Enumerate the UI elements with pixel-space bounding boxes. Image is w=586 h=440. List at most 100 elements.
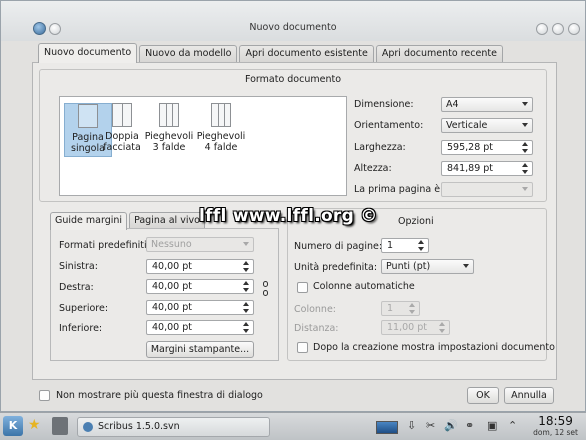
mostra-impostazioni-label: Dopo la creazione mostra impostazioni do… (313, 342, 555, 353)
double-page-icon (112, 103, 132, 127)
non-mostrare-checkbox[interactable] (39, 390, 50, 401)
prima-pagina-label: La prima pagina è: (354, 184, 444, 195)
layout-label: Doppia facciata (103, 131, 141, 153)
mostra-impostazioni-checkbox[interactable] (297, 342, 308, 353)
tab-nuovo-documento[interactable]: Nuovo documento (38, 43, 138, 63)
volume-icon[interactable]: 🔊 (444, 419, 458, 432)
margin-tabs: Guide margini Pagina al vivo (50, 212, 207, 230)
destra-value: 40,00 pt (152, 281, 192, 292)
colonne-automatiche-checkbox[interactable] (297, 282, 308, 293)
orientamento-value: Verticale (446, 120, 488, 131)
layout-pieghevoli-4[interactable]: Pieghevoli 4 falde (194, 103, 248, 153)
spin-arrows-icon[interactable] (242, 322, 250, 333)
spin-arrows-icon[interactable] (521, 142, 529, 153)
spin-arrows-icon (438, 322, 446, 333)
watermark-text: lffl www.lffl.org © (199, 206, 378, 226)
kde-menu-icon[interactable]: K (3, 416, 23, 436)
spin-arrows-icon (408, 303, 416, 314)
sinistra-label: Sinistra: (59, 261, 98, 272)
usb-icon[interactable]: ⇩ (407, 419, 416, 432)
single-page-icon (78, 104, 98, 128)
destra-spinbox[interactable]: 40,00 pt (146, 279, 254, 294)
network-icon[interactable]: ▣ (487, 419, 497, 432)
larghezza-label: Larghezza: (354, 142, 406, 153)
formato-title: Formato documento (244, 74, 342, 85)
tab-apri-documento-recente[interactable]: Apri documento recente (375, 45, 503, 63)
clock-date: dom, 12 set (533, 428, 578, 437)
title-bar[interactable]: Nuovo documento (1, 1, 585, 41)
pagine-label: Numero di pagine: (294, 241, 383, 252)
taskbar: K ★ Scribus 1.5.0.svn ⇩ ✂ 🔊 ⚭ ▣ ⌃ 18:59 … (0, 412, 586, 440)
sinistra-spinbox[interactable]: 40,00 pt (146, 259, 254, 274)
pagine-value: 1 (387, 240, 394, 251)
distanza-label: Distanza: (294, 323, 339, 334)
layout-pieghevoli-3[interactable]: Pieghevoli 3 falde (142, 103, 196, 153)
layout-label: Pieghevoli 3 falde (144, 131, 194, 153)
chevron-down-icon (243, 242, 249, 246)
clock[interactable]: 18:59 dom, 12 set (533, 414, 578, 438)
colonne-spinbox: 1 (381, 301, 420, 316)
altezza-value: 841,89 pt (447, 163, 494, 174)
maximize-button[interactable] (552, 23, 564, 35)
non-mostrare-label: Non mostrare più questa finestra di dial… (56, 390, 263, 401)
orientamento-combo[interactable]: Verticale (441, 118, 533, 133)
ok-button[interactable]: OK (467, 387, 499, 404)
predefiniti-label: Formati predefiniti: (59, 240, 150, 251)
layout-doppia-facciata[interactable]: Doppia facciata (96, 103, 148, 153)
spin-arrows-icon[interactable] (242, 261, 250, 272)
taskbar-task-scribus[interactable]: Scribus 1.5.0.svn (77, 417, 270, 437)
larghezza-spinbox[interactable]: 595,28 pt (441, 140, 533, 155)
dimensione-value: A4 (446, 99, 459, 110)
scissors-icon[interactable]: ✂ (426, 419, 435, 432)
margini-stampante-button[interactable]: Margini stampante... (146, 341, 254, 358)
colonne-value: 1 (387, 303, 394, 314)
scribus-icon (83, 422, 93, 432)
desktop-pager-icon[interactable] (376, 421, 398, 434)
spin-arrows-icon[interactable] (242, 302, 250, 313)
layout-iconview[interactable]: Pagina singola Doppia facciata Pieghevol… (59, 96, 347, 196)
star-icon[interactable]: ★ (28, 417, 41, 433)
chevron-down-icon (522, 102, 528, 106)
annulla-button[interactable]: Annulla (504, 387, 554, 404)
destra-label: Destra: (59, 282, 94, 293)
superiore-spinbox[interactable]: 40,00 pt (146, 300, 254, 315)
spin-arrows-icon[interactable] (242, 281, 250, 292)
dimensione-combo[interactable]: A4 (441, 97, 533, 112)
unita-combo[interactable]: Punti (pt) (381, 259, 474, 274)
spin-arrows-icon[interactable] (521, 163, 529, 174)
colonne-label: Colonne: (294, 304, 336, 315)
tab-apri-documento-esistente[interactable]: Apri documento esistente (239, 45, 374, 63)
tab-guide-margini[interactable]: Guide margini (50, 212, 128, 230)
orientamento-label: Orientamento: (354, 120, 424, 131)
altezza-label: Altezza: (354, 163, 392, 174)
clock-time: 18:59 (538, 414, 573, 428)
bluetooth-icon[interactable]: ⚭ (465, 419, 474, 432)
trash-icon[interactable] (52, 417, 68, 435)
chevron-up-icon[interactable]: ⌃ (508, 419, 517, 432)
chevron-down-icon (522, 123, 528, 127)
distanza-spinbox: 11,00 pt (381, 320, 450, 335)
tab-pagina-al-vivo[interactable]: Pagina al vivo (129, 212, 205, 229)
fourfold-icon (211, 103, 231, 127)
dimensione-label: Dimensione: (354, 99, 414, 110)
superiore-value: 40,00 pt (152, 302, 192, 313)
spin-arrows-icon[interactable] (417, 240, 425, 251)
inferiore-value: 40,00 pt (152, 322, 192, 333)
chain-link-icon[interactable] (262, 280, 269, 308)
minimize-button[interactable] (536, 23, 548, 35)
trifold-icon (159, 103, 179, 127)
prima-pagina-combo (441, 182, 533, 197)
chevron-down-icon (463, 264, 469, 268)
tab-nuovo-da-modello[interactable]: Nuovo da modello (139, 45, 238, 63)
window-title: Nuovo documento (249, 22, 337, 33)
close-button[interactable] (568, 23, 580, 35)
dialog-window: Nuovo documento Nuovo documento Nuovo da… (0, 0, 586, 412)
inferiore-spinbox[interactable]: 40,00 pt (146, 320, 254, 335)
unita-label: Unità predefinita: (294, 262, 378, 273)
pagine-spinbox[interactable]: 1 (381, 238, 429, 253)
altezza-spinbox[interactable]: 841,89 pt (441, 161, 533, 176)
layout-label: Pieghevoli 4 falde (196, 131, 246, 153)
inferiore-label: Inferiore: (59, 323, 103, 334)
task-label: Scribus 1.5.0.svn (98, 421, 180, 432)
chevron-down-icon (522, 187, 528, 191)
